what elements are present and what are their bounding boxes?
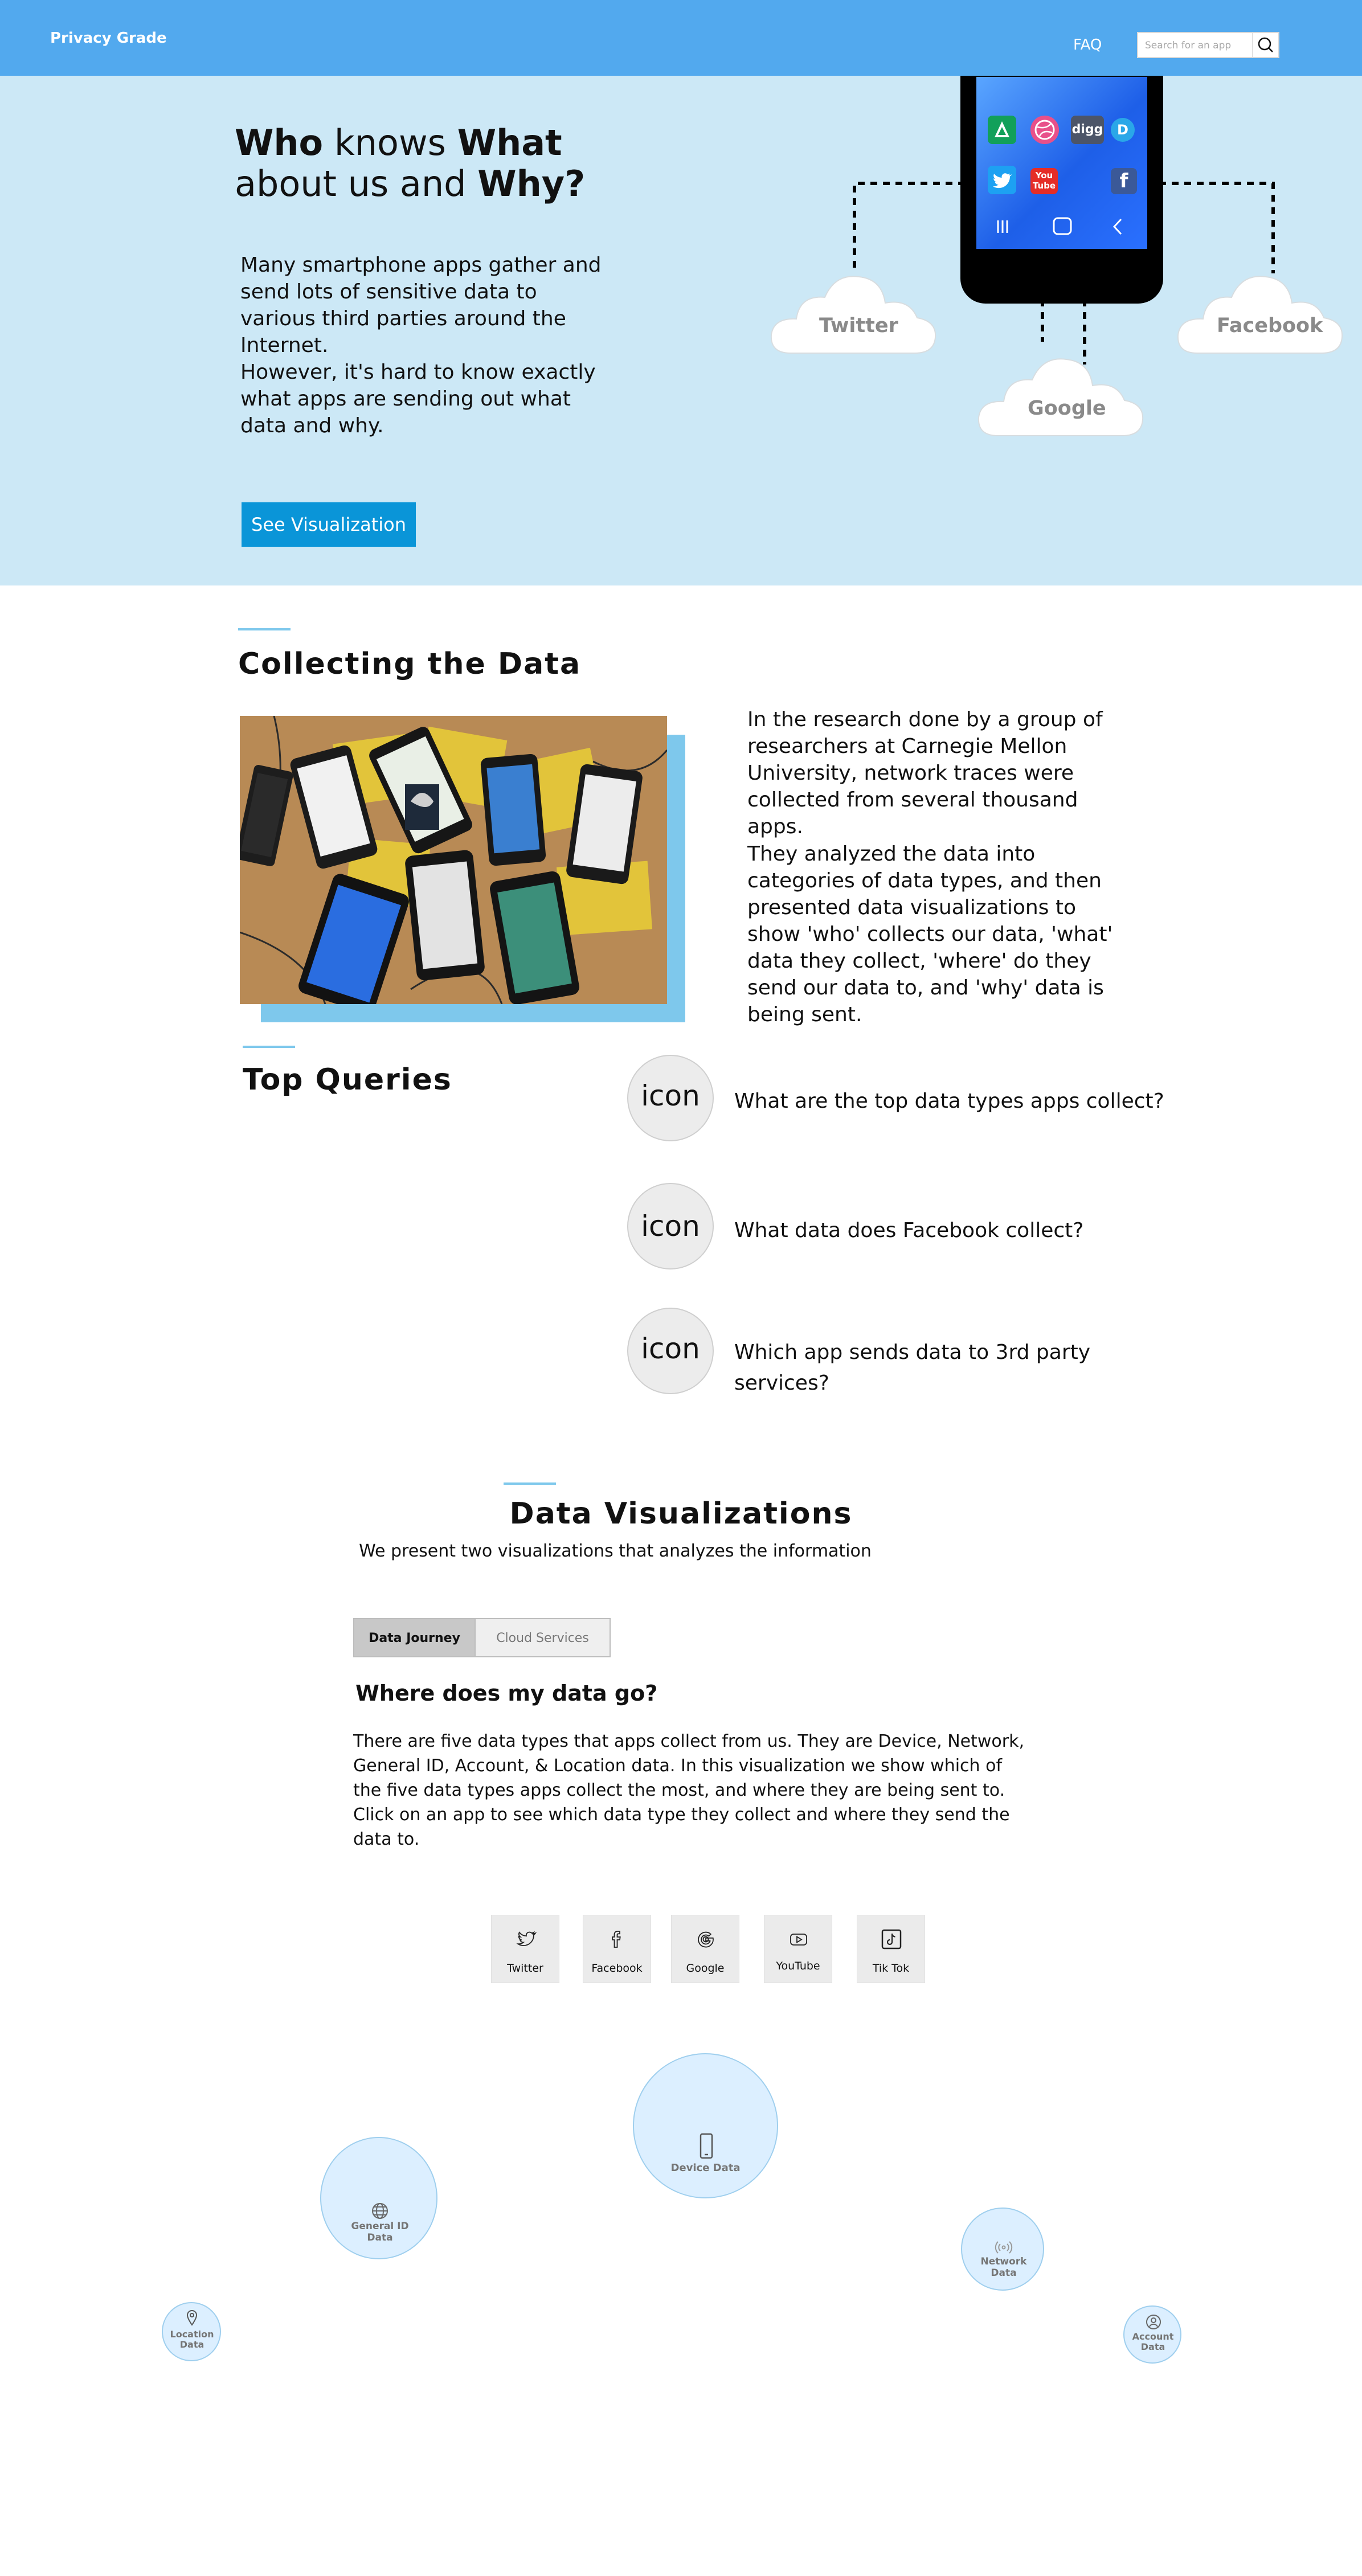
where-data-go-title: Where does my data go?	[355, 1681, 658, 1706]
smartphone-icon	[700, 2133, 713, 2159]
app-tile-label: YouTube	[776, 1960, 820, 1972]
collecting-heading: Collecting the Data	[238, 647, 582, 681]
twitter-icon	[516, 1931, 537, 1946]
brand-logo[interactable]: Privacy Grade	[50, 30, 167, 47]
bubble-label: General ID Data	[351, 2221, 409, 2243]
app-tile-label: Google	[686, 1962, 725, 1975]
digg-icon: digg	[1071, 116, 1104, 144]
account-icon	[1146, 2315, 1161, 2329]
tab-data-journey[interactable]: Data Journey	[353, 1618, 476, 1657]
youtube-app-icon: You Tube	[1030, 168, 1058, 194]
bubble-account-data[interactable]: Account Data	[1123, 2305, 1181, 2364]
disqus-icon: D	[1111, 118, 1135, 142]
data-viz-subtitle: We present two visualizations that analy…	[359, 1541, 872, 1561]
query-1-icon[interactable]: icon	[627, 1055, 714, 1141]
phone-screen: digg D You Tube f	[976, 77, 1147, 249]
data-viz-heading: Data Visualizations	[509, 1497, 853, 1531]
top-queries-accent-line	[243, 1046, 295, 1048]
see-visualization-button[interactable]: See Visualization	[242, 502, 416, 547]
cloud-label-twitter: Twitter	[819, 314, 898, 337]
phone-nav-bar	[997, 217, 1122, 235]
facebook-cloud: Facebook	[1175, 262, 1345, 359]
app-tile-facebook[interactable]: Facebook	[583, 1915, 651, 1983]
app-tile-twitter[interactable]: Twitter	[491, 1915, 559, 1983]
bubble-label: Device Data	[670, 2162, 741, 2174]
dribbble-icon	[1030, 116, 1059, 144]
search-icon	[1258, 37, 1273, 52]
globe-icon	[372, 2203, 388, 2219]
app-tile-label: Twitter	[507, 1962, 543, 1975]
query-2-icon[interactable]: icon	[627, 1183, 714, 1269]
hero-title-why: Why?	[477, 163, 586, 204]
hero-paragraph-1: Many smartphone apps gather and send lot…	[240, 253, 602, 357]
query-3-text[interactable]: Which app sends data to 3rd party servic…	[734, 1337, 1167, 1399]
where-data-go-description: There are five data types that apps coll…	[353, 1731, 1024, 1849]
app-tile-youtube[interactable]: YouTube	[764, 1915, 832, 1983]
app-tile-google[interactable]: Google	[671, 1915, 739, 1983]
cloud-label-google: Google	[1028, 397, 1106, 420]
google-cloud: Google	[975, 345, 1146, 441]
bubble-label: Location Data	[170, 2329, 214, 2350]
bubble-network-data[interactable]: Network Data	[961, 2208, 1044, 2291]
feedly-icon	[988, 116, 1016, 144]
query-2-text[interactable]: What data does Facebook collect?	[734, 1215, 1167, 1246]
collecting-paragraph-1: In the research done by a group of resea…	[747, 708, 1103, 838]
bubble-location-data[interactable]: Location Data	[162, 2302, 221, 2361]
tiktok-icon	[881, 1929, 902, 1950]
phones-photo	[240, 716, 667, 1004]
viz-accent-line	[504, 1482, 556, 1485]
bubble-device-data[interactable]: Device Data	[633, 2053, 778, 2198]
facebook-icon	[612, 1931, 621, 1948]
collecting-paragraph-2: They analyzed the data into categories o…	[747, 842, 1113, 1026]
twitter-cloud: Twitter	[768, 262, 939, 359]
hero-title-who: Who	[235, 122, 324, 163]
phone-illustration: digg D You Tube f	[960, 76, 1163, 304]
search-input[interactable]	[1145, 38, 1253, 54]
facebook-app-icon: f	[1111, 168, 1137, 194]
hero-title-what: What	[457, 122, 562, 163]
cloud-label-facebook: Facebook	[1217, 314, 1323, 337]
bubble-label: Network Data	[980, 2256, 1027, 2279]
search-button[interactable]	[1252, 33, 1278, 57]
faq-link[interactable]: FAQ	[1073, 36, 1102, 54]
query-3-icon[interactable]: icon	[627, 1308, 714, 1394]
twitter-app-icon	[988, 166, 1016, 194]
hero-title: Who knows What about us and Why?	[235, 122, 585, 204]
search-box	[1137, 32, 1279, 58]
location-pin-icon	[186, 2309, 198, 2326]
youtube-icon	[790, 1934, 807, 1946]
tab-cloud-services[interactable]: Cloud Services	[475, 1618, 611, 1657]
hero-title-about: about us and	[235, 163, 478, 204]
app-tile-label: Facebook	[591, 1962, 643, 1975]
hero-title-knows: knows	[323, 122, 457, 163]
google-icon	[698, 1931, 714, 1948]
bubble-general-id-data[interactable]: General ID Data	[320, 2137, 437, 2259]
broadcast-icon	[995, 2241, 1013, 2254]
query-1-text[interactable]: What are the top data types apps collect…	[734, 1086, 1167, 1117]
hero-paragraph-2: However, it's hard to know exactly what …	[240, 361, 596, 437]
app-tile-label: Tik Tok	[872, 1962, 910, 1975]
section-accent-line	[238, 628, 291, 630]
bubble-label: Account Data	[1132, 2331, 1174, 2353]
app-tile-tiktok[interactable]: Tik Tok	[857, 1915, 925, 1983]
top-queries-heading: Top Queries	[243, 1063, 452, 1097]
